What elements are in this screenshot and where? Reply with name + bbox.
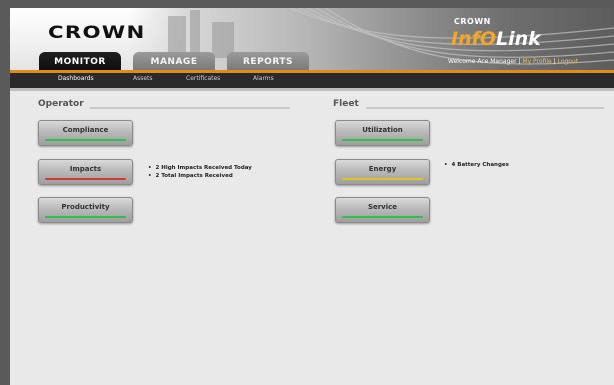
service-tile[interactable]: Service — [335, 197, 430, 223]
app-frame: CROWN CROWN InfOLink Welcome Ace Manager… — [10, 8, 614, 385]
user-strip: Welcome Ace Manager | My Profile | Logou… — [448, 58, 578, 65]
service-status-bar — [342, 216, 423, 218]
energy-tile[interactable]: Energy — [335, 159, 430, 185]
productivity-label: Productivity — [61, 203, 110, 211]
compliance-status-bar — [45, 139, 126, 141]
utilization-tile[interactable]: Utilization — [335, 120, 430, 146]
productivity-tile[interactable]: Productivity — [38, 197, 133, 223]
operator-section-title: Operator — [38, 99, 84, 109]
impacts-note-total: 2 Total Impacts Received — [148, 172, 252, 180]
tab-monitor[interactable]: MONITOR — [39, 52, 121, 72]
fleet-section-rule — [366, 107, 604, 109]
utilization-label: Utilization — [362, 126, 403, 134]
subnav-certificates[interactable]: Certificates — [186, 75, 220, 82]
subnav-divider — [10, 88, 614, 91]
operator-section-rule — [90, 107, 290, 109]
energy-notes: 4 Battery Changes — [444, 161, 509, 169]
infolink-logo-part1: InfO — [451, 28, 497, 50]
logout-link[interactable]: Logout — [558, 58, 579, 65]
productivity-status-bar — [45, 216, 126, 218]
sub-navigation: Dashboards Assets Certificates Alarms — [10, 73, 614, 88]
utilization-status-bar — [342, 139, 423, 141]
energy-status-bar — [342, 178, 423, 180]
impacts-status-bar — [45, 178, 126, 180]
tab-reports[interactable]: REPORTS — [227, 52, 309, 72]
my-profile-link[interactable]: My Profile — [522, 58, 551, 65]
energy-note-battery: 4 Battery Changes — [444, 161, 509, 169]
crown-logo[interactable]: CROWN — [48, 23, 146, 43]
header: CROWN CROWN InfOLink Welcome Ace Manager… — [10, 8, 614, 72]
subnav-alarms[interactable]: Alarms — [253, 75, 274, 82]
compliance-tile[interactable]: Compliance — [38, 120, 133, 146]
subnav-assets[interactable]: Assets — [133, 75, 153, 82]
tab-manage[interactable]: MANAGE — [133, 52, 215, 72]
energy-label: Energy — [368, 165, 397, 173]
infolink-logo: InfOLink — [451, 28, 541, 50]
infolink-logo-part2: Link — [496, 28, 541, 50]
impacts-notes: 2 High Impacts Received Today 2 Total Im… — [148, 164, 252, 180]
fleet-section-title: Fleet — [333, 99, 359, 109]
crown-small-logo: CROWN — [454, 17, 491, 26]
impacts-tile[interactable]: Impacts — [38, 159, 133, 185]
service-label: Service — [367, 203, 398, 211]
impacts-label: Impacts — [69, 165, 102, 173]
impacts-note-high: 2 High Impacts Received Today — [148, 164, 252, 172]
welcome-text: Welcome Ace Manager — [448, 58, 517, 65]
compliance-label: Compliance — [62, 126, 109, 134]
subnav-dashboards[interactable]: Dashboards — [58, 75, 94, 82]
